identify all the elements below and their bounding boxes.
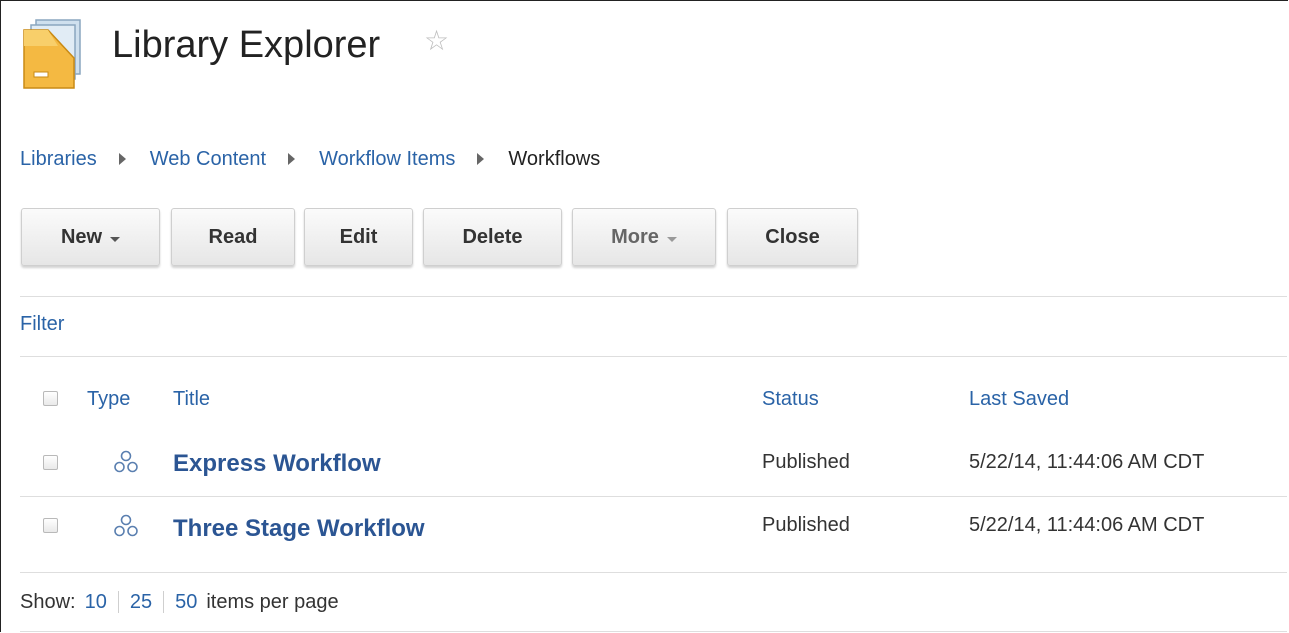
new-button-label: New	[60, 225, 103, 248]
edit-button-label: Edit	[339, 225, 378, 248]
library-folder-icon	[23, 19, 81, 89]
pagination: Show: 10 25 50 items per page	[20, 588, 339, 616]
workflow-icon	[114, 450, 138, 473]
star-outline-icon[interactable]: ☆	[424, 26, 449, 56]
delete-button[interactable]: Delete	[423, 208, 562, 266]
column-header-status[interactable]: Status	[762, 386, 819, 412]
chevron-down-icon	[666, 236, 677, 242]
page-size-50[interactable]: 50	[175, 588, 197, 616]
row-last-saved: 5/22/14, 11:44:06 AM CDT	[969, 451, 1205, 473]
breadcrumb-current: Workflows	[508, 148, 601, 170]
divider	[20, 356, 1287, 357]
more-button-label: More	[611, 225, 659, 248]
close-button[interactable]: Close	[727, 208, 858, 266]
column-header-type[interactable]: Type	[87, 386, 130, 412]
page-title: Library Explorer	[112, 24, 381, 66]
pager-separator	[163, 591, 165, 613]
breadcrumb-separator-icon	[118, 153, 126, 165]
select-all-checkbox[interactable]	[43, 391, 58, 406]
more-button[interactable]: More	[572, 208, 716, 266]
page-size-25[interactable]: 25	[130, 588, 152, 616]
read-button[interactable]: Read	[171, 208, 295, 266]
chevron-down-icon	[110, 236, 121, 242]
breadcrumb-web-content[interactable]: Web Content	[150, 145, 266, 173]
pager-show-label: Show:	[20, 591, 76, 613]
pager-suffix: items per page	[206, 591, 339, 613]
new-button[interactable]: New	[21, 208, 160, 266]
delete-button-label: Delete	[462, 225, 523, 248]
row-title-link[interactable]: Three Stage Workflow	[173, 514, 425, 544]
row-last-saved: 5/22/14, 11:44:06 AM CDT	[969, 514, 1205, 536]
read-button-label: Read	[208, 225, 258, 248]
divider	[20, 496, 1287, 497]
row-checkbox[interactable]	[43, 518, 58, 533]
row-checkbox[interactable]	[43, 455, 58, 470]
page-size-10[interactable]: 10	[85, 588, 107, 616]
divider	[20, 572, 1287, 573]
divider	[20, 631, 1287, 632]
filter-link[interactable]: Filter	[20, 313, 64, 336]
divider	[20, 296, 1287, 297]
pager-separator	[117, 591, 119, 613]
row-title-link[interactable]: Express Workflow	[173, 449, 381, 479]
breadcrumb-workflow-items[interactable]: Workflow Items	[319, 145, 455, 173]
row-status: Published	[762, 451, 850, 473]
close-button-label: Close	[765, 225, 820, 248]
column-header-title[interactable]: Title	[173, 386, 210, 412]
column-header-last-saved[interactable]: Last Saved	[969, 386, 1069, 412]
workflow-icon	[114, 514, 138, 537]
breadcrumb-libraries[interactable]: Libraries	[20, 145, 97, 173]
breadcrumb-separator-icon	[288, 153, 296, 165]
breadcrumb-separator-icon	[477, 153, 485, 165]
edit-button[interactable]: Edit	[304, 208, 413, 266]
row-status: Published	[762, 514, 850, 536]
breadcrumb: Libraries Web Content Workflow Items Wor…	[20, 145, 600, 173]
